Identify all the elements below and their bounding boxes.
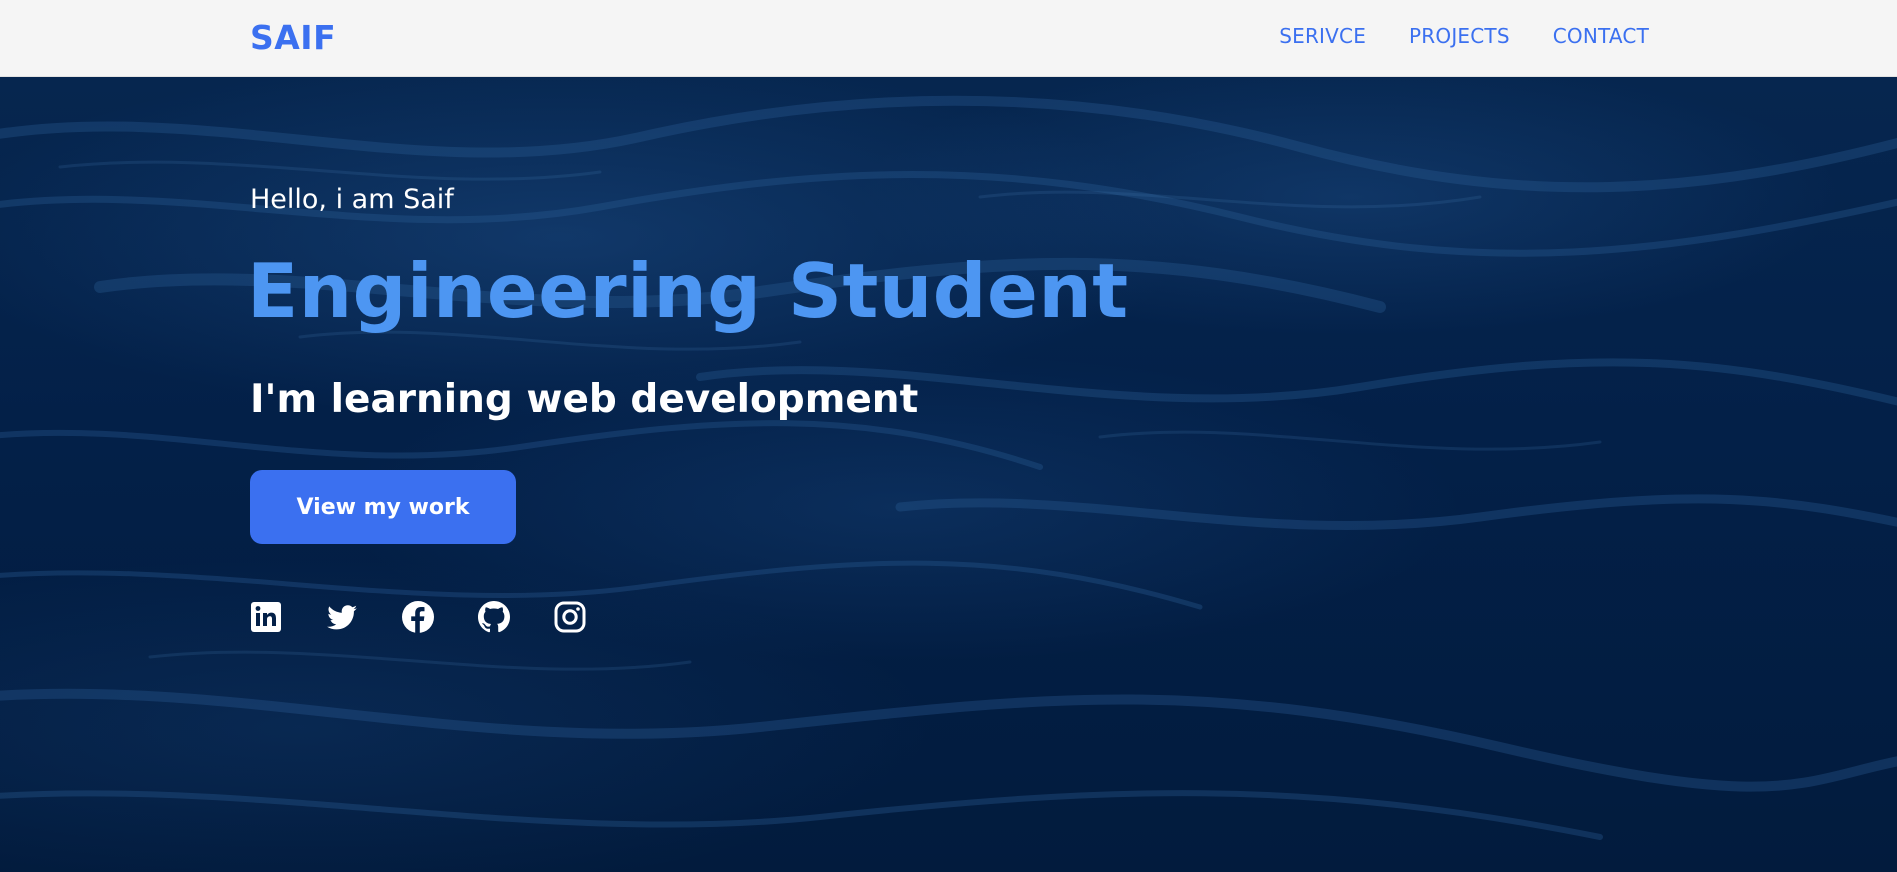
nav-link-service[interactable]: SERIVCE (1279, 24, 1366, 48)
hero-headline: Engineering Student (247, 247, 1129, 335)
hero-subheadline: I'm learning web development (250, 377, 919, 422)
linkedin-icon[interactable] (249, 600, 283, 634)
view-my-work-button[interactable]: View my work (250, 470, 516, 544)
nav-links: SERIVCE PROJECTS CONTACT (1279, 24, 1649, 48)
twitter-icon[interactable] (325, 600, 359, 634)
social-links (249, 600, 587, 634)
nav-link-projects[interactable]: PROJECTS (1409, 24, 1510, 48)
hero-section: Hello, i am Saif Engineering Student I'm… (0, 77, 1897, 872)
instagram-icon[interactable] (553, 600, 587, 634)
navbar: SAIF SERIVCE PROJECTS CONTACT (0, 0, 1897, 77)
nav-link-contact[interactable]: CONTACT (1553, 24, 1649, 48)
site-logo[interactable]: SAIF (250, 18, 336, 57)
github-icon[interactable] (477, 600, 511, 634)
hero-greeting: Hello, i am Saif (250, 184, 454, 215)
facebook-icon[interactable] (401, 600, 435, 634)
